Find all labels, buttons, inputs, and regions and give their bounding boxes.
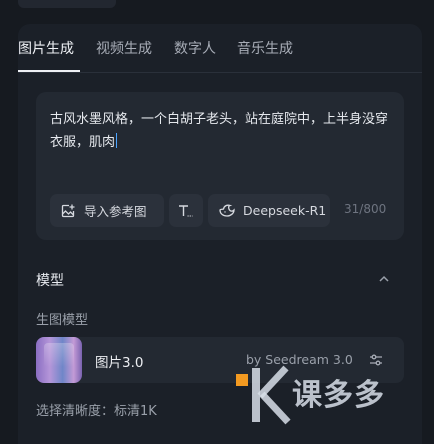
tab-video-generation[interactable]: 视频生成 xyxy=(96,38,152,58)
watermark-logo-icon xyxy=(236,365,291,425)
deepseek-whale-icon xyxy=(218,204,236,218)
character-count: 31/800 xyxy=(344,202,387,216)
tab-image-generation[interactable]: 图片生成 xyxy=(18,38,74,58)
text-format-icon xyxy=(177,203,195,219)
llm-model-button[interactable]: Deepseek-R1 xyxy=(208,194,330,227)
tabs-divider xyxy=(18,72,422,73)
watermark: 课多多 xyxy=(232,362,434,425)
image-import-icon xyxy=(60,203,76,219)
prompt-text: 古风水墨风格，一个白胡子老头，站在庭院中，上半身没穿衣服，肌肉 xyxy=(50,112,389,150)
text-format-button[interactable] xyxy=(169,194,203,227)
top-panel-stub xyxy=(18,0,116,8)
prompt-input-box[interactable]: 古风水墨风格，一个白胡子老头，站在庭院中，上半身没穿衣服，肌肉 导入参考图 De… xyxy=(36,92,404,240)
model-thumbnail xyxy=(36,337,82,383)
text-caret xyxy=(116,133,118,148)
resolution-selector[interactable]: 选择清晰度：标清1K xyxy=(36,400,157,419)
tab-digital-human[interactable]: 数字人 xyxy=(174,38,216,58)
chevron-up-icon[interactable] xyxy=(378,270,390,289)
import-reference-label: 导入参考图 xyxy=(84,204,147,219)
llm-model-label: Deepseek-R1 xyxy=(243,203,327,218)
image-model-label: 生图模型 xyxy=(36,313,89,328)
tab-music-generation[interactable]: 音乐生成 xyxy=(237,38,293,58)
model-name: 图片3.0 xyxy=(95,355,144,371)
watermark-text: 课多多 xyxy=(292,378,385,413)
import-reference-button[interactable]: 导入参考图 xyxy=(50,194,164,227)
prompt-input[interactable]: 古风水墨风格，一个白胡子老头，站在庭院中，上半身没穿衣服，肌肉 xyxy=(50,108,390,154)
model-section-title: 模型 xyxy=(36,273,64,289)
